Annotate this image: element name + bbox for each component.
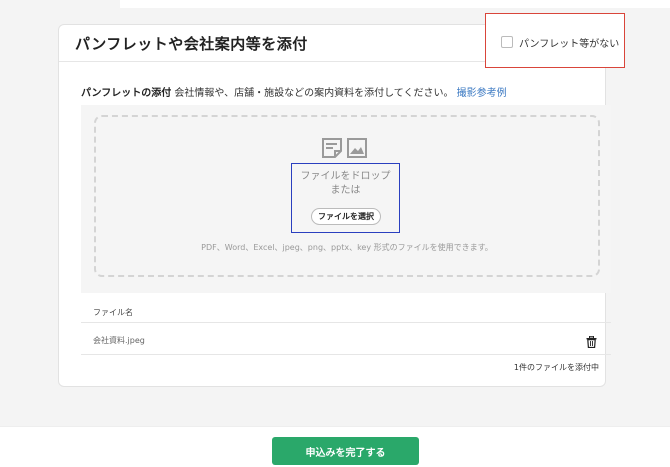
description-text: 会社情報や、店舗・施設などの案内資料を添付してください。 (171, 88, 457, 99)
footer-bar: 申込みを完了する (0, 426, 670, 467)
drop-icons (321, 137, 368, 159)
no-pamphlet-option[interactable]: パンフレット等がない (485, 13, 625, 68)
supported-formats-note: PDF、Word、Excel、jpeg、png、pptx、key 形式のファイル… (201, 243, 493, 252)
attachment-description: パンフレットの添付 会社情報や、店舗・施設などの案内資料を添付してください。 撮… (81, 84, 507, 99)
trash-icon[interactable] (586, 333, 597, 352)
file-name: 会社資料.jpeg (93, 336, 145, 345)
filename-column-header: ファイル名 (93, 308, 133, 317)
sample-photo-link[interactable]: 撮影参考例 (457, 88, 507, 99)
attached-file-count: 1件のファイルを添付中 (513, 363, 599, 372)
card-title: パンフレットや会社案内等を添付 (75, 35, 308, 53)
drop-instruction: ファイルをドロップ または (291, 170, 400, 198)
document-icon (321, 137, 343, 159)
drop-line-1: ファイルをドロップ (300, 171, 391, 182)
no-pamphlet-checkbox[interactable] (501, 36, 513, 48)
image-icon (346, 137, 368, 159)
file-row: 会社資料.jpeg (81, 324, 611, 355)
description-bold: パンフレットの添付 (81, 88, 172, 99)
no-pamphlet-label[interactable]: パンフレット等がない (519, 35, 619, 50)
attachment-card: パンフレットや会社案内等を添付 パンフレット等がない パンフレットの添付 会社情… (58, 13, 625, 387)
select-file-button[interactable]: ファイルを選択 (311, 208, 381, 225)
file-table-header: ファイル名 (81, 299, 611, 323)
top-strip (120, 0, 670, 8)
complete-application-button[interactable]: 申込みを完了する (272, 437, 419, 465)
drop-line-2: または (330, 185, 361, 196)
